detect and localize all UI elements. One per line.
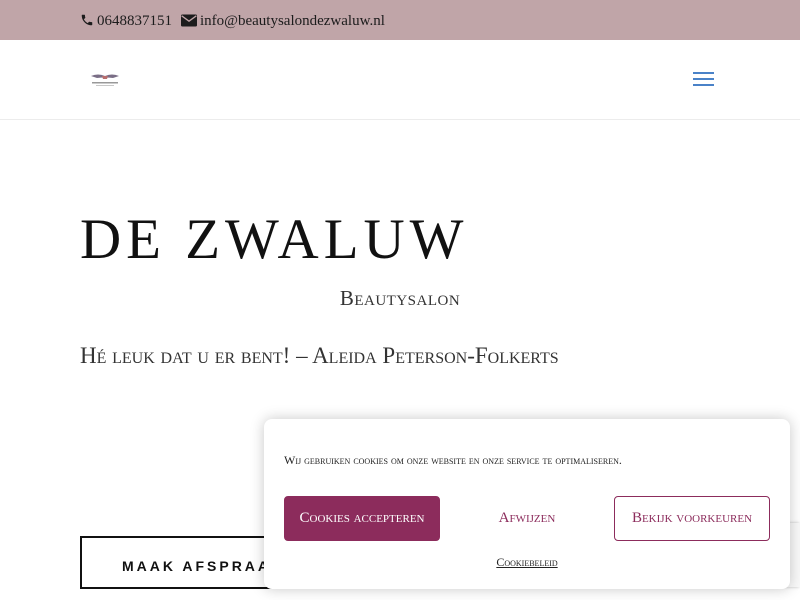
hamburger-menu-icon[interactable]	[693, 70, 715, 88]
hero-subtitle: Beautysalon	[339, 286, 461, 310]
envelope-icon	[181, 14, 197, 27]
phone-number: 0648837151	[97, 13, 172, 29]
hero-quote: Hé leuk dat u er bent! – Aleida Peterson…	[80, 343, 559, 368]
site-logo[interactable]	[88, 73, 122, 87]
deny-cookies-button[interactable]: Afwijzen	[459, 496, 595, 541]
cookie-policy-link[interactable]: Cookiebeleid	[264, 555, 790, 570]
phone-icon	[81, 14, 93, 26]
view-preferences-button[interactable]: Bekijk voorkeuren	[614, 496, 770, 541]
accept-cookies-button[interactable]: Cookies accepteren	[284, 496, 440, 541]
site-header	[0, 40, 800, 120]
email-address: info@beautysalondezwaluw.nl	[200, 13, 385, 29]
cookie-message: Wij gebruiken cookies om onze website en…	[284, 453, 622, 467]
phone-link[interactable]: 0648837151	[80, 11, 172, 31]
top-bar: 0648837151 info@beautysalondezwaluw.nl	[0, 0, 800, 40]
cookie-banner: Wij gebruiken cookies om onze website en…	[264, 419, 790, 589]
email-link[interactable]: info@beautysalondezwaluw.nl	[181, 11, 385, 31]
hero-title: DE ZWALUW	[80, 208, 469, 271]
